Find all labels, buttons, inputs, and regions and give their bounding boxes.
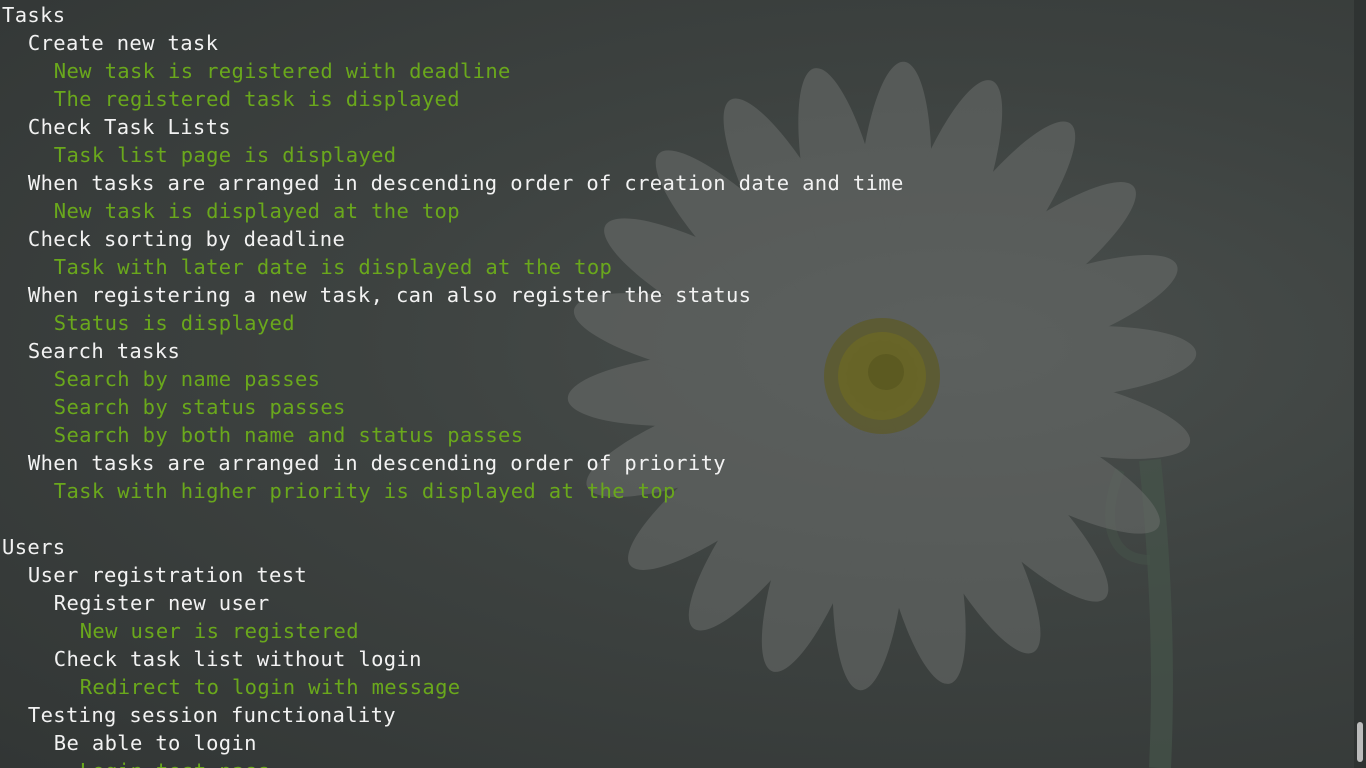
test-group-line: User registration test (27, 563, 308, 587)
test-group-line: Testing session functionality (27, 703, 396, 727)
test-pass-line: Search by both name and status passes (53, 423, 524, 447)
terminal-output: Tasks Create new task New task is register… (2, 0, 1352, 768)
test-group-line: When tasks are arranged in descending or… (27, 451, 726, 475)
test-group-line: Register new user (53, 591, 270, 615)
test-pass-line: Search by status passes (53, 395, 346, 419)
test-pass-line: Task list page is displayed (53, 143, 397, 167)
test-group-line: Be able to login (53, 731, 257, 755)
test-group-line: Create new task (27, 31, 219, 55)
test-group-line: When registering a new task, can also re… (27, 283, 752, 307)
suite-heading-line: Users (2, 535, 66, 559)
test-pass-line: New user is registered (79, 619, 359, 643)
test-pass-line: Redirect to login with message (79, 675, 461, 699)
vertical-scrollbar[interactable] (1354, 0, 1366, 768)
test-pass-line: The registered task is displayed (53, 87, 460, 111)
test-pass-line: Login test pass (80, 757, 270, 768)
test-pass-line: Status is displayed (53, 311, 295, 335)
test-group-line: Check sorting by deadline (27, 227, 346, 251)
test-group-line: When tasks are arranged in descending or… (27, 171, 904, 195)
test-pass-line: Task with higher priority is displayed a… (53, 479, 676, 503)
test-pass-line: New task is registered with deadline (53, 59, 511, 83)
test-group-line: Search tasks (27, 339, 181, 363)
scrollbar-thumb[interactable] (1357, 722, 1363, 762)
test-group-line: Check Task Lists (27, 115, 231, 139)
suite-heading-line: Tasks (2, 3, 66, 27)
test-pass-line: New task is displayed at the top (53, 199, 460, 223)
test-pass-line: Task with later date is displayed at the… (53, 255, 613, 279)
test-pass-line: Search by name passes (53, 367, 321, 391)
test-group-line: Check task list without login (53, 647, 422, 671)
